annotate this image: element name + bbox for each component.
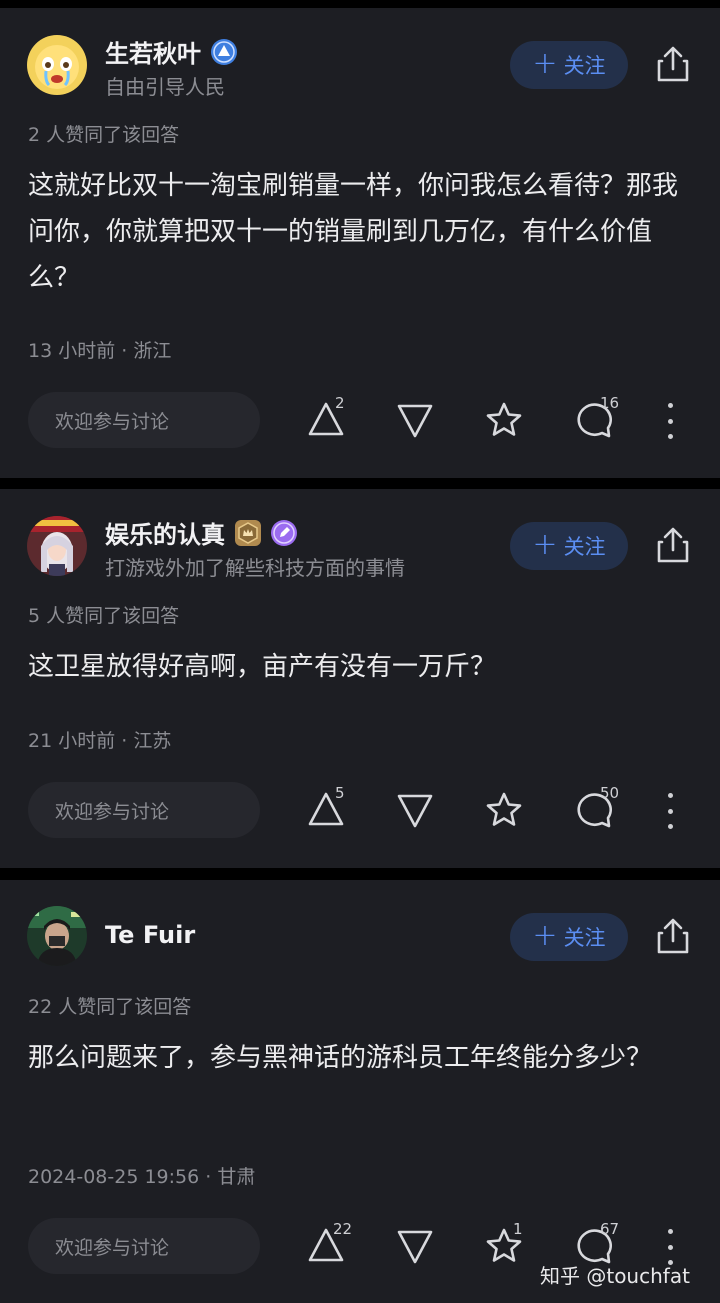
plus-icon: + [532, 526, 558, 562]
follow-label: 关注 [563, 535, 606, 559]
upvote-count: 22 [333, 1220, 353, 1238]
author-name[interactable]: 生若秋叶 [105, 34, 201, 69]
comment-count: 67 [600, 1220, 620, 1238]
author-name-row[interactable]: 生若秋叶 [105, 34, 237, 69]
downvote-button[interactable] [393, 788, 437, 832]
author-name[interactable]: 娱乐的认真 [105, 515, 225, 550]
follow-label: 关注 [563, 54, 606, 78]
watermark-text: 知乎 @touchfat [540, 1264, 690, 1288]
favorite-count: 1 [513, 1220, 523, 1238]
comment-input[interactable]: 欢迎参与讨论 [28, 782, 260, 838]
answer-content[interactable]: 这就好比双十一淘宝刷销量一样，你问我怎么看待？那我问你，你就算把双十一的销量刷到… [28, 163, 692, 301]
avatar[interactable] [27, 516, 87, 576]
answer-meta: 21 小时前 · 江苏 [28, 730, 172, 752]
crown-level-badge-icon [235, 519, 261, 546]
agree-count-text: 22 人赞同了该回答 [28, 996, 192, 1018]
follow-button[interactable]: + 关注 [510, 522, 628, 570]
comment-count: 50 [600, 784, 620, 802]
upvote-count: 5 [335, 784, 345, 802]
verified-badge-icon [211, 38, 237, 65]
avatar[interactable] [27, 35, 87, 95]
share-icon[interactable] [654, 916, 692, 956]
answer-card: 生若秋叶 自由引导人民 + 关注 2 人赞同了该回答 这就好比双十一淘宝刷销量一… [0, 8, 720, 478]
more-options-icon[interactable] [660, 793, 680, 829]
follow-button[interactable]: + 关注 [510, 41, 628, 89]
more-options-icon[interactable] [660, 403, 680, 439]
plus-icon: + [532, 45, 558, 81]
follow-button[interactable]: + 关注 [510, 913, 628, 961]
author-name-row[interactable]: Te Fuir [105, 921, 195, 949]
avatar[interactable] [27, 906, 87, 966]
author-name-row[interactable]: 娱乐的认真 [105, 515, 297, 550]
agree-count-text: 2 人赞同了该回答 [28, 124, 180, 146]
comment-input[interactable]: 欢迎参与讨论 [28, 392, 260, 448]
creator-pen-badge-icon [271, 519, 297, 546]
answer-content[interactable]: 这卫星放得好高啊，亩产有没有一万斤？ [28, 644, 692, 690]
answer-content[interactable]: 那么问题来了，参与黑神话的游科员工年终能分多少？ [28, 1035, 692, 1081]
favorite-star-icon[interactable] [482, 788, 526, 832]
agree-count-text: 5 人赞同了该回答 [28, 605, 180, 627]
answer-card: Te Fuir + 关注 22 人赞同了该回答 那么问题来了，参与黑神话的游科员… [0, 880, 720, 1303]
favorite-star-icon[interactable] [482, 398, 526, 442]
comment-count: 16 [600, 394, 620, 412]
share-icon[interactable] [654, 44, 692, 84]
plus-icon: + [532, 917, 558, 953]
share-icon[interactable] [654, 525, 692, 565]
answer-meta: 13 小时前 · 浙江 [28, 340, 172, 362]
follow-label: 关注 [563, 926, 606, 950]
downvote-button[interactable] [393, 1224, 437, 1268]
author-name[interactable]: Te Fuir [105, 921, 195, 949]
author-bio: 打游戏外加了解些科技方面的事情 [105, 556, 405, 580]
answer-meta: 2024-08-25 19:56 · 甘肃 [28, 1166, 256, 1188]
upvote-count: 2 [335, 394, 345, 412]
downvote-button[interactable] [393, 398, 437, 442]
answer-card: 娱乐的认真 打游戏外加了解些科技方面的事情 + 关注 5 人赞同了该回答 这卫星… [0, 489, 720, 868]
author-bio: 自由引导人民 [105, 75, 225, 99]
comment-input[interactable]: 欢迎参与讨论 [28, 1218, 260, 1274]
